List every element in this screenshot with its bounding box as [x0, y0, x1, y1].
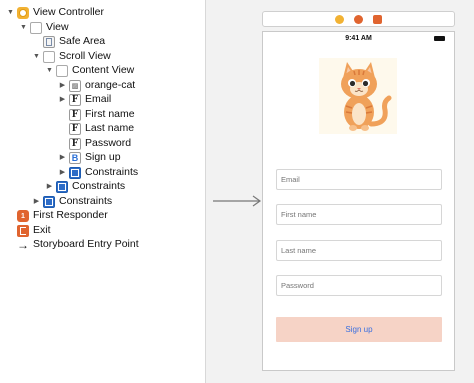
disclosure-closed-icon[interactable]: ▶ — [58, 95, 67, 104]
outline-row[interactable]: ▼ Content View — [0, 64, 205, 78]
outline-row[interactable]: ▶ ▨ orange-cat — [0, 79, 205, 93]
scene-dock — [262, 11, 455, 27]
outline-row[interactable]: Exit — [0, 224, 205, 238]
disclosure-open-icon[interactable]: ▼ — [6, 8, 15, 17]
last-name-field[interactable] — [276, 240, 442, 261]
outline-row-label: Exit — [33, 223, 51, 236]
outline-row-label: View Controller — [33, 6, 105, 18]
outline-row[interactable]: ▶ F Email — [0, 93, 205, 107]
safe-area-icon — [43, 36, 55, 48]
constraints-icon — [56, 181, 68, 193]
view-icon — [30, 21, 42, 34]
outline-row[interactable]: ▼ View Controller — [0, 6, 205, 20]
constraints-icon — [69, 166, 81, 179]
cat-illustration — [341, 62, 392, 131]
outline-row-label: Last name — [85, 122, 135, 134]
password-field[interactable] — [276, 275, 442, 296]
button-icon: B — [69, 152, 81, 164]
orange-cat-image[interactable] — [319, 58, 397, 134]
text-field-icon: F — [69, 137, 81, 150]
disclosure-open-icon[interactable]: ▼ — [45, 66, 54, 75]
disclosure-open-icon[interactable]: ▼ — [19, 23, 28, 32]
status-bar-time: 9:41 AM — [345, 35, 372, 42]
disclosure-closed-icon[interactable]: ▶ — [58, 81, 67, 90]
outline-row-label: Email — [85, 93, 112, 105]
outline-row[interactable]: F Password — [0, 137, 205, 151]
view-controller-icon — [17, 7, 29, 19]
outline-row-label: Safe Area — [59, 35, 106, 47]
outline-row[interactable]: ▶ Constraints — [0, 180, 205, 194]
text-field-icon: F — [69, 108, 81, 121]
outline-row-label: Constraints — [59, 194, 113, 207]
outline-row[interactable]: F Last name — [0, 122, 205, 136]
view-icon — [43, 50, 55, 63]
exit-icon — [17, 224, 29, 237]
sign-up-button[interactable]: Sign up — [276, 317, 442, 342]
outline-row[interactable]: ▶ Constraints — [0, 166, 205, 180]
outline-row-label: Sign up — [85, 151, 121, 163]
first-responder-icon[interactable] — [354, 14, 363, 24]
outline-row[interactable]: ▼ Scroll View — [0, 50, 205, 64]
outline-row[interactable]: ▼ View — [0, 21, 205, 35]
disclosure-closed-icon[interactable]: ▶ — [58, 153, 67, 162]
outline-row[interactable]: F First name — [0, 108, 205, 122]
battery-icon — [434, 36, 445, 41]
outline-row[interactable]: ▶ B Sign up — [0, 151, 205, 165]
view-icon — [56, 65, 68, 77]
disclosure-closed-icon[interactable]: ▶ — [45, 182, 54, 191]
outline-row-label: Password — [85, 136, 132, 149]
text-field-icon: F — [69, 94, 81, 106]
outline-row[interactable]: ▶ Constraints — [0, 195, 205, 209]
exit-icon[interactable] — [373, 14, 382, 24]
disclosure-closed-icon[interactable]: ▶ — [58, 168, 67, 177]
view-controller-icon[interactable] — [335, 14, 344, 24]
outline-row[interactable]: 1 First Responder — [0, 209, 205, 223]
email-field[interactable] — [276, 169, 442, 190]
outline-row[interactable]: → Storyboard Entry Point — [0, 238, 205, 252]
constraints-icon — [43, 195, 55, 208]
first-name-field[interactable] — [276, 204, 442, 225]
outline-row[interactable]: Safe Area — [0, 35, 205, 49]
disclosure-open-icon[interactable]: ▼ — [32, 52, 41, 61]
outline-row-label: orange-cat — [85, 78, 136, 91]
storyboard-entry-arrow-icon[interactable] — [213, 194, 263, 208]
outline-row-label: Content View — [72, 64, 135, 76]
outline-row-label: Constraints — [72, 180, 126, 192]
document-outline: ▼ View Controller ▼ View Safe Area ▼ Scroll Vi… — [0, 0, 205, 383]
outline-row-label: View — [46, 20, 69, 33]
text-field-icon: F — [69, 123, 81, 135]
outline-row-label: Constraints — [85, 165, 139, 178]
outline-row-label: First name — [85, 107, 135, 120]
outline-row-label: Scroll View — [59, 49, 111, 62]
first-responder-icon: 1 — [17, 210, 29, 222]
outline-row-label: First Responder — [33, 209, 108, 221]
image-view-icon: ▨ — [69, 79, 81, 92]
view-controller-scene[interactable]: 9:41 AM Email First name Last name Passw… — [262, 31, 455, 371]
disclosure-closed-icon[interactable]: ▶ — [32, 197, 41, 206]
outline-row-label: Storyboard Entry Point — [33, 238, 139, 250]
entry-point-arrow-icon: → — [17, 238, 29, 252]
